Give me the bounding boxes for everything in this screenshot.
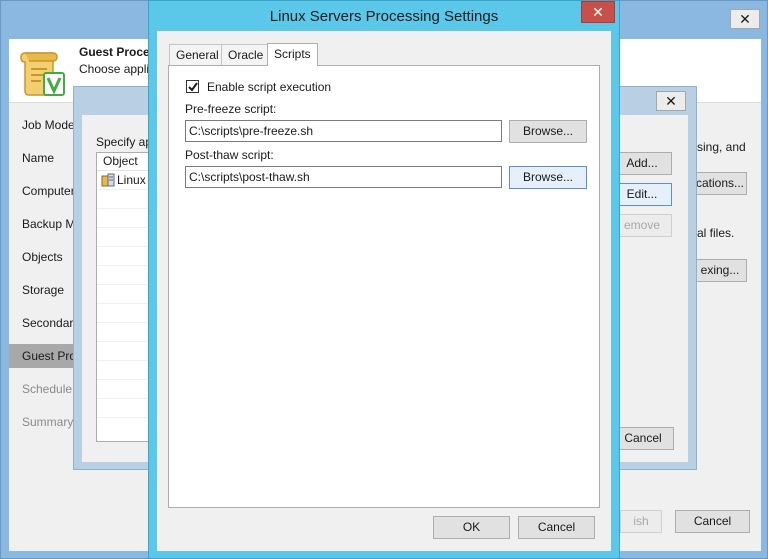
finish-button[interactable]: ish [620, 510, 662, 533]
sidebar-item-objects[interactable]: Objects [9, 245, 79, 269]
list-item-label: Linux [117, 173, 146, 187]
app-settings-close-button[interactable]: ✕ [656, 91, 686, 111]
edit-button[interactable]: Edit... [612, 183, 672, 206]
linux-processing-dialog: Linux Servers Processing Settings ✕ Gene… [148, 0, 620, 559]
sidebar-item-storage[interactable]: Storage [9, 278, 79, 302]
empty-row [97, 361, 153, 380]
description-text-fragment: sing, and [697, 140, 746, 154]
tab-oracle[interactable]: Oracle [221, 44, 271, 65]
sidebar-item-summary: Summary [22, 415, 74, 429]
sidebar-item-guest-processing[interactable]: Guest Pro [9, 344, 79, 368]
scroll-checkmark-icon [20, 52, 65, 96]
wizard-cancel-button[interactable]: Cancel [675, 510, 750, 533]
post-thaw-browse-button[interactable]: Browse... [509, 166, 587, 189]
empty-row [97, 247, 153, 266]
sidebar-item-schedule: Schedule [22, 382, 73, 396]
dialog-body: General Oracle Scripts Enable script exe… [157, 31, 611, 551]
sidebar-item-job-mode[interactable]: Job Mode [9, 113, 79, 137]
object-column-header[interactable]: Object [97, 153, 153, 171]
empty-row [97, 266, 153, 285]
wizard-step-title: Guest Proces [79, 45, 157, 59]
app-settings-cancel-button[interactable]: Cancel [612, 427, 674, 450]
empty-row [97, 285, 153, 304]
empty-row [97, 209, 153, 228]
post-thaw-label: Post-thaw script: [185, 148, 274, 162]
objects-list[interactable]: Object Linux [96, 152, 154, 442]
sidebar-item-computer[interactable]: Computer [9, 179, 79, 203]
empty-row [97, 228, 153, 247]
pre-freeze-browse-button[interactable]: Browse... [509, 120, 587, 143]
dialog-close-button[interactable]: ✕ [581, 1, 615, 23]
list-item[interactable]: Linux [97, 171, 153, 190]
specify-label: Specify ap [96, 135, 153, 149]
empty-row [97, 380, 153, 399]
pre-freeze-input[interactable]: C:\scripts\pre-freeze.sh [185, 120, 502, 142]
scripts-tab-panel: Enable script execution Pre-freeze scrip… [168, 65, 600, 508]
sidebar-item-backup-mode[interactable]: Backup M [9, 212, 79, 236]
server-group-icon [101, 173, 115, 187]
empty-row [97, 399, 153, 418]
add-button[interactable]: Add... [612, 152, 672, 175]
pre-freeze-label: Pre-freeze script: [185, 102, 277, 116]
dialog-title: Linux Servers Processing Settings [269, 8, 499, 25]
remove-button[interactable]: emove [612, 214, 672, 237]
enable-script-checkbox[interactable] [186, 80, 199, 93]
dialog-cancel-button[interactable]: Cancel [518, 516, 595, 539]
empty-row [97, 323, 153, 342]
empty-row [97, 304, 153, 323]
empty-row [97, 342, 153, 361]
tab-scripts[interactable]: Scripts [267, 43, 318, 66]
post-thaw-input[interactable]: C:\scripts\post-thaw.sh [185, 166, 502, 188]
wizard-step-subtitle: Choose appli [79, 62, 150, 76]
sidebar-item-name[interactable]: Name [9, 146, 79, 170]
checkmark-icon [188, 82, 198, 92]
ok-button[interactable]: OK [433, 516, 510, 539]
indexing-button[interactable]: exing... [693, 259, 747, 282]
description-text-fragment: al files. [697, 226, 735, 240]
wizard-close-button[interactable]: ✕ [730, 9, 760, 29]
empty-row [97, 190, 153, 209]
tab-general[interactable]: General [169, 44, 226, 65]
enable-script-label[interactable]: Enable script execution [207, 80, 331, 94]
applications-button[interactable]: cations... [693, 172, 747, 195]
sidebar-item-secondary[interactable]: Secondary [9, 311, 79, 335]
